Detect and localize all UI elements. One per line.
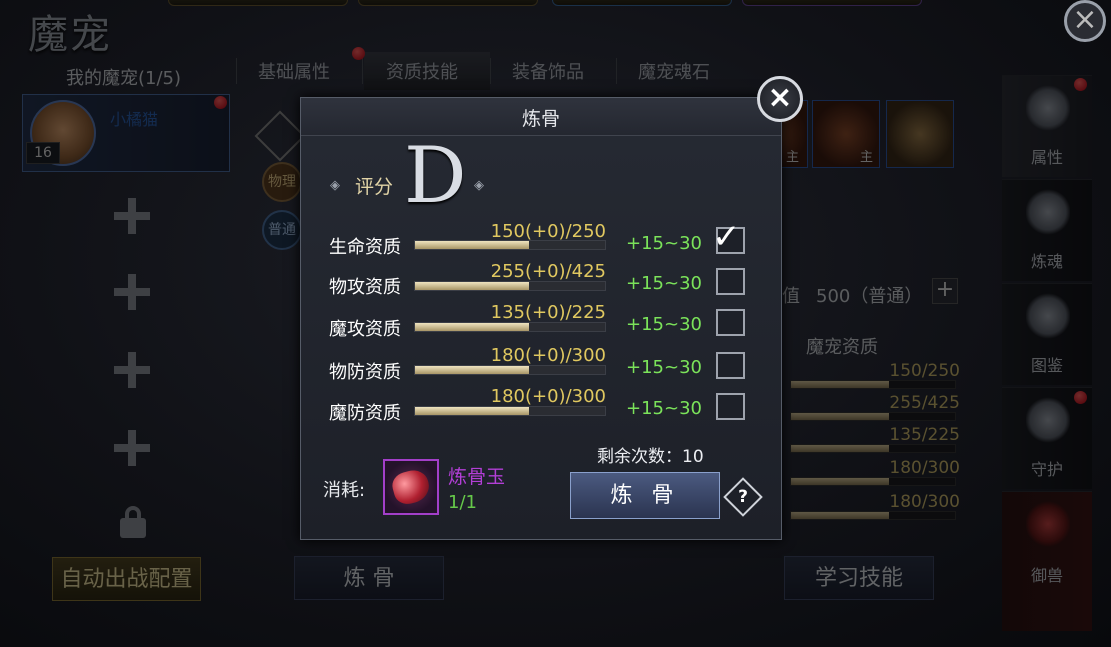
scroll-icon (1026, 292, 1070, 340)
pet-level-badge: 16 (26, 142, 60, 164)
my-pets-label: 我的魔宠(1/5) (66, 68, 182, 89)
add-pet-slot-plus-icon[interactable] (112, 428, 152, 468)
stat-value-phys-atk: 255(+0)/425 (490, 261, 606, 282)
aptitude-bar (790, 477, 956, 486)
tab-pet-soulstone[interactable]: 魔宠魂石 (638, 58, 710, 84)
stat-label-mag-def: 魔防资质 (329, 403, 401, 424)
physical-type-badge: 物理 (262, 162, 302, 202)
aptitude-bar (790, 444, 956, 453)
aptitude-value: 180/300 (889, 458, 960, 478)
stat-bar-phys-def (414, 365, 606, 375)
notification-dot-icon (214, 96, 227, 109)
stat-bar-mag-atk (414, 322, 606, 332)
aptitude-value: 135/225 (889, 425, 960, 445)
aptitude-value: 255/425 (889, 393, 960, 413)
tab-basic-attributes[interactable]: 基础属性 (258, 58, 330, 84)
stat-bonus-phys-atk: +15~30 (626, 273, 702, 294)
refine-jade-item-slot[interactable] (383, 459, 439, 515)
stat-bonus-hp: +15~30 (626, 233, 702, 254)
stat-value-phys-def: 180(+0)/300 (490, 345, 606, 366)
notification-dot-icon (352, 47, 365, 60)
add-pet-slot-plus-icon[interactable] (112, 196, 152, 236)
edit-icon[interactable] (254, 110, 306, 162)
stat-checkbox-mag-atk[interactable] (716, 309, 745, 336)
checkmark-icon: ✓ (712, 217, 741, 257)
side-tab-soul-refine[interactable]: 炼魂 (1002, 179, 1092, 281)
aptitude-value: 180/300 (889, 492, 960, 512)
stat-checkbox-phys-def[interactable] (716, 352, 745, 379)
notification-dot-icon (1074, 78, 1087, 91)
swirl-icon (1026, 396, 1070, 444)
beast-icon (1026, 500, 1070, 548)
pet-aptitude-title: 魔宠资质 (806, 337, 878, 358)
ornament-icon: ◈ (474, 178, 484, 193)
stat-value-mag-def: 180(+0)/300 (490, 386, 606, 407)
stat-bar-hp (414, 240, 606, 250)
stat-bar-phys-atk (414, 281, 606, 291)
notification-dot-icon (1074, 391, 1087, 404)
cost-label: 消耗: (323, 480, 366, 501)
page-title: 魔宠 (28, 12, 112, 58)
tab-aptitude-skills[interactable]: 资质技能 (364, 52, 490, 90)
lock-icon (120, 506, 146, 538)
pet-screen: 魔宠 我的魔宠(1/5) 16 小橘猫 自动出战配置 基础属性 资质技能 装备饰… (0, 0, 1111, 647)
points-value: 500（普通） (816, 286, 923, 307)
aptitude-bar (790, 511, 956, 520)
stat-bonus-mag-atk: +15~30 (626, 314, 702, 335)
close-window-icon[interactable]: × (1064, 0, 1106, 42)
currency-bar-crystal (552, 0, 732, 6)
aptitude-value: 150/250 (889, 361, 960, 381)
stat-checkbox-phys-atk[interactable] (716, 268, 745, 295)
dialog-title: 炼骨 (521, 108, 560, 130)
stat-checkbox-mag-def[interactable] (716, 393, 745, 420)
stat-bonus-mag-def: +15~30 (626, 398, 702, 419)
red-gem-icon (389, 466, 433, 508)
item-count: 1/1 (448, 492, 477, 513)
skill-slot[interactable] (886, 100, 954, 168)
aptitude-bar (790, 380, 956, 389)
refine-bone-bottom-button[interactable]: 炼 骨 (294, 556, 444, 600)
side-tab-beast-control[interactable]: 御兽 (1002, 491, 1092, 631)
pet-name: 小橘猫 (110, 110, 159, 129)
stat-value-hp: 150(+0)/250 (490, 221, 606, 242)
dialog-close-icon[interactable]: × (757, 76, 803, 122)
stat-label-phys-atk: 物攻资质 (329, 277, 401, 298)
stat-bonus-phys-def: +15~30 (626, 357, 702, 378)
add-points-plus-icon[interactable]: + (932, 278, 958, 304)
side-tab-codex[interactable]: 图鉴 (1002, 283, 1092, 385)
auto-battle-config-button[interactable]: 自动出战配置 (52, 557, 201, 601)
tab-equipment-accessories[interactable]: 装备饰品 (512, 58, 584, 84)
points-value-label: 值 (782, 286, 800, 307)
stat-label-mag-atk: 魔攻资质 (329, 319, 401, 340)
learn-skill-button[interactable]: 学习技能 (784, 556, 934, 600)
stat-value-mag-atk: 135(+0)/225 (490, 302, 606, 323)
rating-label: 评分 (355, 176, 394, 198)
flame-icon (1026, 188, 1070, 236)
currency-bar-gem (742, 0, 922, 6)
skill-main-tag: 主 (786, 150, 800, 165)
refine-bone-button[interactable]: 炼 骨 (570, 472, 720, 519)
stat-label-hp: 生命资质 (329, 237, 401, 258)
currency-bar-gold (168, 0, 348, 6)
remaining-count: 剩余次数：10 (597, 447, 704, 467)
demon-mask-icon (1026, 84, 1070, 132)
currency-bar-item (358, 0, 538, 6)
aptitude-bar (790, 412, 956, 421)
rating-grade: D (404, 131, 467, 221)
stat-bar-mag-def (414, 406, 606, 416)
normal-type-badge: 普通 (262, 210, 302, 250)
add-pet-slot-plus-icon[interactable] (112, 272, 152, 312)
add-pet-slot-plus-icon[interactable] (112, 350, 152, 390)
item-name: 炼骨玉 (448, 466, 506, 488)
ornament-icon: ◈ (330, 178, 340, 193)
skill-main-tag: 主 (860, 150, 874, 165)
stat-label-phys-def: 物防资质 (329, 362, 401, 383)
